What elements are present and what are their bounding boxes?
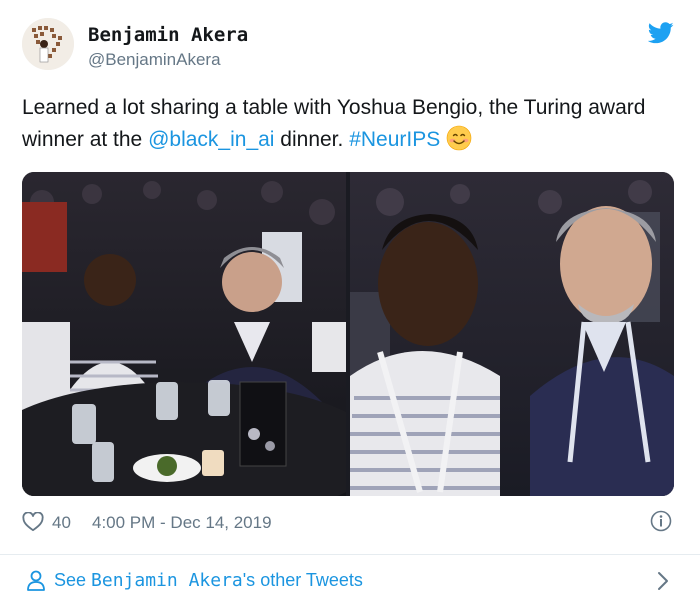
see-prefix: See <box>54 570 92 590</box>
see-other-tweets-link[interactable]: See Benjamin Akera's other Tweets <box>22 566 678 598</box>
see-author-name: Benjamin Akera <box>91 570 243 591</box>
smiling-face-emoji-icon <box>446 125 472 151</box>
like-count[interactable]: 40 <box>52 513 71 533</box>
twitter-bird-icon[interactable] <box>647 22 674 44</box>
person-icon <box>26 570 46 592</box>
hashtag-link[interactable]: #NeurIPS <box>349 128 440 151</box>
chevron-right-icon <box>656 570 670 592</box>
tweet-text: Learned a lot sharing a table with Yoshu… <box>22 92 662 156</box>
mention-link[interactable]: @black_in_ai <box>148 128 274 151</box>
avatar[interactable] <box>22 18 74 70</box>
left-dinner-photo[interactable] <box>22 172 382 496</box>
author-name[interactable]: Benjamin Akera <box>88 24 248 46</box>
heart-icon[interactable] <box>22 511 44 532</box>
tweet-meta: 40 4:00 PM - Dec 14, 2019 <box>22 510 678 538</box>
tweet-media[interactable] <box>22 172 674 496</box>
tweet-timestamp[interactable]: 4:00 PM - Dec 14, 2019 <box>92 513 272 533</box>
author-handle[interactable]: @BenjaminAkera <box>88 50 221 70</box>
see-suffix: 's other Tweets <box>242 570 363 590</box>
tweet-text-middle: dinner. <box>274 128 350 151</box>
divider <box>0 554 700 555</box>
tweet-header: Benjamin Akera @BenjaminAkera <box>22 18 678 78</box>
see-other-tweets-label[interactable]: See Benjamin Akera's other Tweets <box>54 570 363 591</box>
info-icon[interactable] <box>650 510 672 532</box>
right-selfie-photo[interactable] <box>350 172 674 496</box>
